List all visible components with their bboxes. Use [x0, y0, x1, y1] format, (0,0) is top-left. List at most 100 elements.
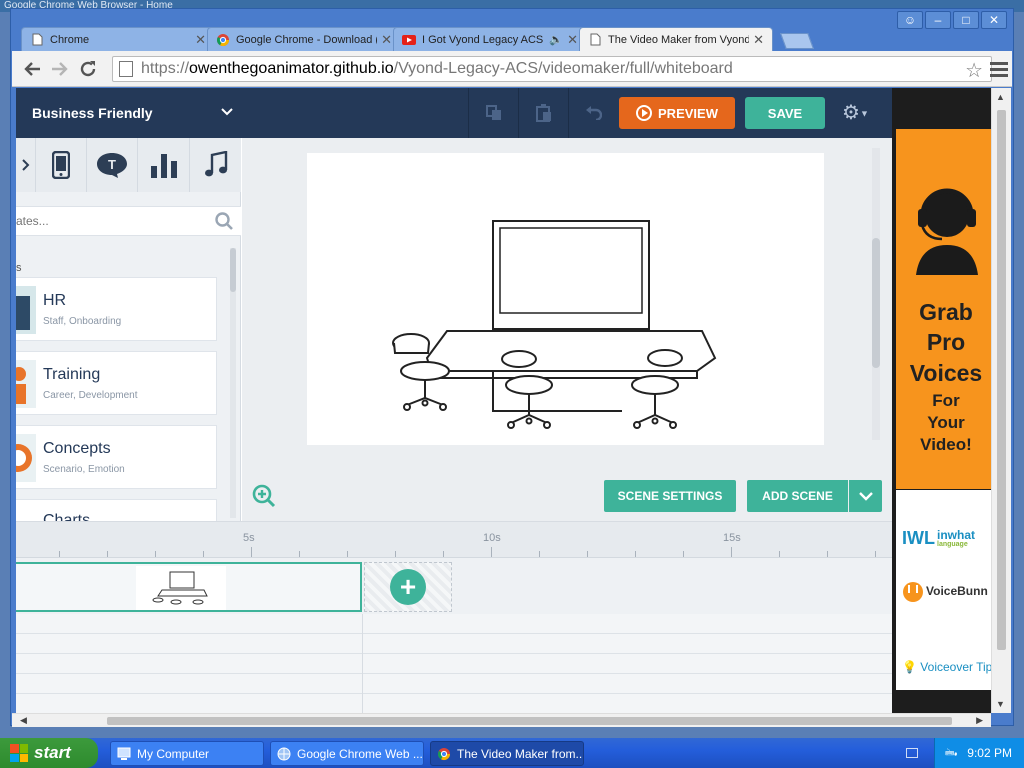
- scrollbar-thumb[interactable]: [107, 717, 952, 725]
- user-icon[interactable]: ☺: [897, 11, 923, 29]
- scene-settings-button[interactable]: SCENE SETTINGS: [604, 480, 736, 512]
- close-window-button[interactable]: ✕: [981, 11, 1007, 29]
- chrome-menu-button[interactable]: [990, 59, 1008, 79]
- ruler-tick: [491, 547, 492, 557]
- timeline-ruler[interactable]: 5s 10s 15s: [16, 522, 892, 558]
- ruler-tick: [827, 551, 828, 557]
- scroll-down-icon[interactable]: ▼: [996, 699, 1005, 709]
- keyboard-icon[interactable]: [906, 748, 918, 758]
- copy-icon[interactable]: [468, 88, 518, 138]
- scrollbar-thumb[interactable]: [997, 110, 1006, 650]
- preview-button[interactable]: PREVIEW: [619, 97, 735, 129]
- tab-youtube[interactable]: I Got Vyond Legacy ACS 🔈 ✕: [393, 27, 587, 51]
- add-scene-dropdown[interactable]: [849, 480, 882, 512]
- taskbar-item-chrome-web[interactable]: Google Chrome Web ...: [270, 741, 424, 766]
- settings-menu[interactable]: ⚙▼: [842, 100, 869, 125]
- scene-mini-preview: [136, 566, 226, 610]
- ruler-tick: [443, 551, 444, 557]
- window-controls: ☺ – □ ✕: [897, 11, 1007, 29]
- timeline-track-row[interactable]: [16, 634, 892, 654]
- url-path: /Vyond-Legacy-ACS/videomaker/full/whiteb…: [393, 60, 733, 77]
- advertisement-panel: Grab Pro Voices For Your Video! IWL inwh…: [892, 88, 996, 713]
- voicebunny-logo[interactable]: VoiceBunn: [902, 580, 988, 602]
- music-icon[interactable]: [190, 138, 241, 192]
- back-arrow-icon: [24, 61, 40, 76]
- zoom-in-icon[interactable]: [252, 484, 276, 513]
- computer-icon: [117, 747, 131, 760]
- scene-canvas[interactable]: [307, 153, 824, 445]
- close-tab-icon[interactable]: ✕: [195, 32, 206, 48]
- undo-icon[interactable]: [568, 88, 618, 138]
- bookmark-star-icon[interactable]: ☆: [965, 58, 983, 83]
- save-button[interactable]: SAVE: [745, 97, 825, 129]
- close-tab-icon[interactable]: ✕: [381, 32, 392, 48]
- timeline-track-row[interactable]: [16, 654, 892, 674]
- tab-google-chrome-download[interactable]: Google Chrome - Download ( ✕: [207, 27, 401, 51]
- back-button[interactable]: [18, 55, 46, 83]
- scene-track: +: [16, 558, 892, 614]
- ruler-label-5s: 5s: [243, 532, 255, 544]
- category-title: HR: [43, 292, 67, 309]
- address-bar[interactable]: https://owenthegoanimator.github.io/Vyon…: [112, 56, 992, 82]
- taskbar-item-label: My Computer: [137, 746, 210, 761]
- category-card-concepts[interactable]: Concepts Scenario, Emotion: [16, 425, 217, 489]
- app-header: Business Friendly PREVIEW SAVE ⚙▼: [16, 88, 892, 138]
- tab-label: Google Chrome - Download (: [236, 33, 378, 46]
- category-card-hr[interactable]: HR Staff, Onboarding: [16, 277, 217, 341]
- timeline-track-row[interactable]: [16, 674, 892, 694]
- new-tab-button[interactable]: [780, 33, 814, 49]
- text-bubble-icon[interactable]: T: [87, 138, 138, 192]
- category-card-charts[interactable]: Charts: [16, 499, 217, 529]
- concepts-thumbnail: [16, 434, 36, 482]
- scroll-right-icon[interactable]: ▶: [976, 715, 983, 726]
- page-info-icon[interactable]: [119, 61, 133, 77]
- add-scene-slot[interactable]: +: [364, 562, 452, 612]
- stage-scrollbar[interactable]: [872, 148, 880, 440]
- theme-selector[interactable]: Business Friendly: [16, 88, 241, 138]
- scrollbar-thumb[interactable]: [230, 248, 236, 292]
- page-vertical-scrollbar[interactable]: ▲ ▼: [991, 88, 1011, 713]
- ruler-tick: [59, 551, 60, 557]
- tab-chrome[interactable]: Chrome ✕: [21, 27, 215, 51]
- phone-prop-icon[interactable]: [36, 138, 87, 192]
- chart-icon[interactable]: [138, 138, 190, 192]
- reload-button[interactable]: [74, 55, 102, 83]
- tab-video-maker[interactable]: The Video Maker from Vyond ✕: [579, 27, 773, 51]
- partial-tab-icon[interactable]: [16, 138, 36, 192]
- forward-button[interactable]: [46, 55, 74, 83]
- search-input[interactable]: [16, 214, 206, 228]
- taskbar-item-video-maker[interactable]: The Video Maker from...: [430, 741, 584, 766]
- category-card-training[interactable]: Training Career, Development: [16, 351, 217, 415]
- start-button[interactable]: start: [0, 738, 98, 768]
- page-content: Business Friendly PREVIEW SAVE ⚙▼ T ates…: [16, 88, 996, 713]
- add-scene-button[interactable]: ADD SCENE: [747, 480, 848, 512]
- network-icon[interactable]: 🖦: [945, 743, 957, 764]
- scene-thumbnail[interactable]: [16, 562, 362, 612]
- url-host: owenthegoanimator.github.io: [189, 60, 394, 77]
- voicebunny-text: VoiceBunn: [926, 584, 988, 598]
- speaker-icon: 🔈: [549, 34, 564, 46]
- clock[interactable]: 9:02 PM: [967, 746, 1012, 760]
- sidebar-scrollbar[interactable]: [230, 248, 236, 518]
- paste-icon[interactable]: [518, 88, 568, 138]
- lightbulb-icon: 💡: [902, 660, 917, 674]
- headset-person-icon: [916, 188, 978, 275]
- inwhat-logo[interactable]: IWL inwhat language: [902, 528, 975, 549]
- scroll-left-icon[interactable]: ◀: [20, 715, 27, 726]
- close-tab-icon[interactable]: ✕: [567, 32, 578, 48]
- ruler-tick: [587, 551, 588, 557]
- page-horizontal-scrollbar[interactable]: ◀ ▶: [12, 713, 991, 727]
- restore-button[interactable]: □: [953, 11, 979, 29]
- taskbar-item-my-computer[interactable]: My Computer: [110, 741, 264, 766]
- scroll-up-icon[interactable]: ▲: [996, 92, 1005, 102]
- asset-category-tabs: T: [16, 138, 241, 192]
- voiceover-tip-link[interactable]: 💡 Voiceover Tip: [902, 660, 992, 674]
- timeline-track-row[interactable]: [16, 614, 892, 634]
- timeline-track-row[interactable]: [16, 694, 892, 713]
- search-icon[interactable]: [215, 212, 233, 235]
- close-tab-icon[interactable]: ✕: [753, 32, 764, 48]
- minimize-button[interactable]: –: [925, 11, 951, 29]
- ad-banner[interactable]: Grab Pro Voices For Your Video!: [896, 129, 996, 489]
- edit-tools: [468, 88, 618, 138]
- scrollbar-thumb[interactable]: [872, 238, 880, 368]
